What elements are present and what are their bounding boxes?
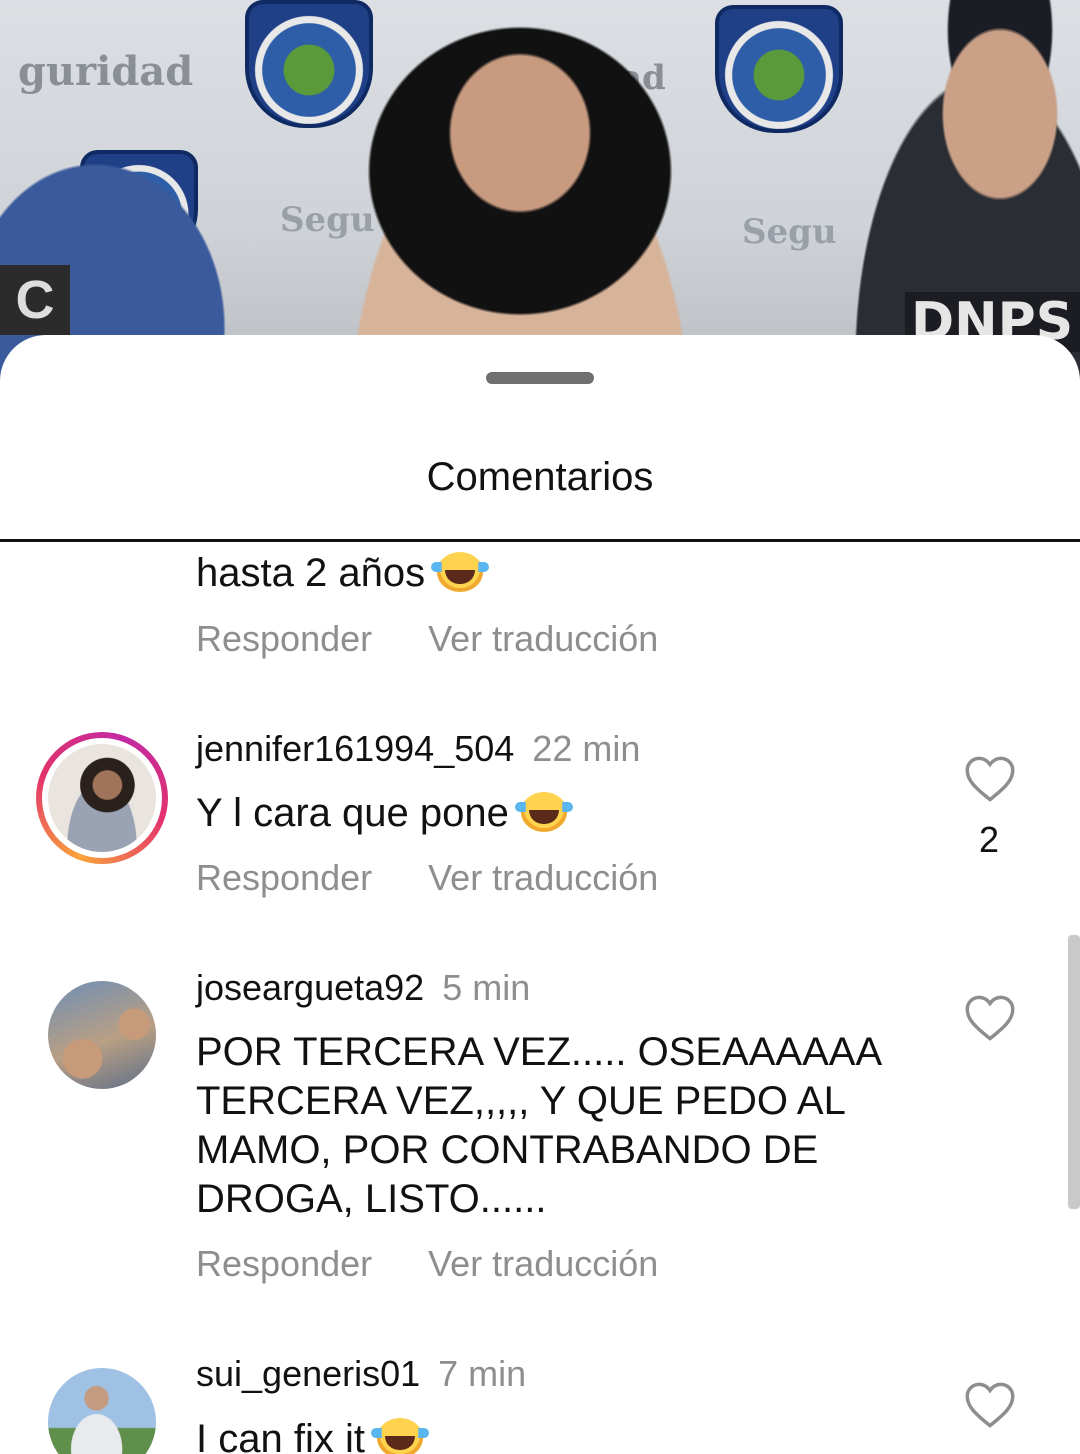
see-translation-button[interactable]: Ver traducción bbox=[428, 1243, 658, 1284]
comments-list[interactable]: hasta 2 años Responder Ver traducción je… bbox=[0, 543, 1080, 1454]
comments-sheet: Comentarios hasta 2 años Responder Ver t… bbox=[0, 335, 1080, 1454]
laughing-emoji-icon bbox=[370, 1418, 429, 1454]
banner-word: guridad bbox=[18, 48, 194, 95]
like-count: 2 bbox=[978, 819, 1000, 860]
letter-patch: C bbox=[0, 265, 70, 335]
post-photo-background: guridad ad Segu Segu C DNPS bbox=[0, 0, 1080, 380]
reply-button[interactable]: Responder bbox=[196, 857, 372, 898]
comment-actions: Responder Ver traducción bbox=[196, 1243, 704, 1285]
heart-outline-icon[interactable] bbox=[964, 994, 1016, 1042]
comment-text: hasta 2 años bbox=[196, 551, 490, 596]
comment-text: Y l cara que pone bbox=[196, 789, 916, 838]
comment-text: POR TERCERA VEZ..... OSEAAAAAA TERCERA V… bbox=[196, 1030, 880, 1221]
username[interactable]: sui_generis01 bbox=[196, 1353, 420, 1394]
avatar[interactable] bbox=[48, 744, 156, 852]
heart-outline-icon[interactable] bbox=[964, 1381, 1016, 1429]
comment-header: joseargueta92 5 min bbox=[196, 967, 530, 1009]
reply-button[interactable]: Responder bbox=[196, 1243, 372, 1284]
username[interactable]: jennifer161994_504 bbox=[196, 728, 514, 769]
reply-button[interactable]: Responder bbox=[196, 618, 372, 659]
comment-header: jennifer161994_504 22 min bbox=[196, 728, 640, 770]
drag-handle[interactable] bbox=[486, 372, 594, 384]
see-translation-button[interactable]: Ver traducción bbox=[428, 618, 658, 659]
see-translation-button[interactable]: Ver traducción bbox=[428, 857, 658, 898]
laughing-emoji-icon bbox=[514, 792, 573, 832]
avatar[interactable] bbox=[48, 981, 156, 1089]
divider bbox=[0, 539, 1080, 542]
comment-header: sui_generis01 7 min bbox=[196, 1353, 526, 1395]
heart-outline-icon[interactable] bbox=[964, 755, 1016, 803]
avatar[interactable] bbox=[48, 1368, 156, 1454]
scrollbar[interactable] bbox=[1068, 935, 1080, 1209]
timestamp: 5 min bbox=[442, 967, 531, 1008]
username[interactable]: joseargueta92 bbox=[196, 967, 424, 1008]
comment-actions: Responder Ver traducción bbox=[196, 857, 704, 899]
comment-actions: Responder Ver traducción bbox=[196, 618, 704, 660]
timestamp: 22 min bbox=[532, 728, 641, 769]
comment-text: I can fix it bbox=[196, 1415, 916, 1454]
sheet-title: Comentarios bbox=[426, 455, 654, 499]
timestamp: 7 min bbox=[438, 1353, 527, 1394]
story-ring[interactable] bbox=[36, 732, 168, 864]
laughing-emoji-icon bbox=[431, 552, 490, 592]
person-center bbox=[300, 0, 740, 380]
